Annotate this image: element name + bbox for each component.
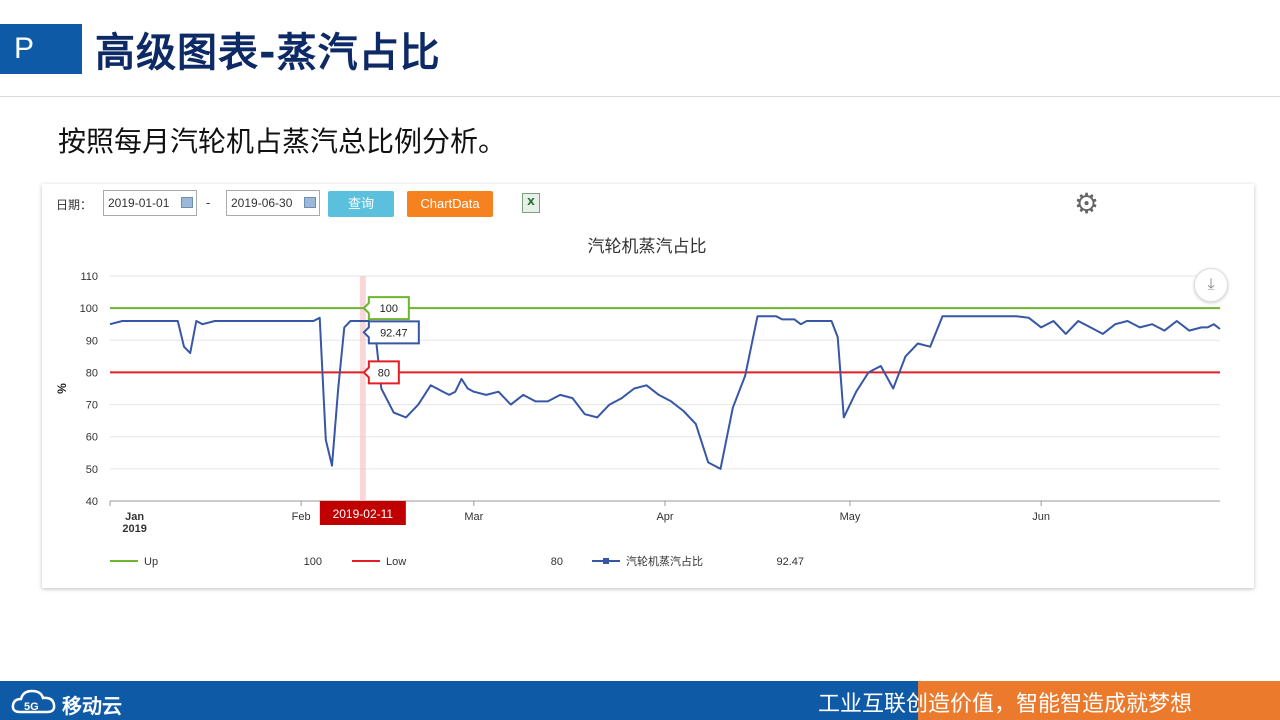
y-tick-label: 90 (86, 335, 98, 347)
crosshair-value-label: 100 (380, 303, 398, 315)
legend-value: 100 (304, 556, 322, 568)
x-tick-label: May (840, 511, 861, 523)
cloud-logo-icon: 5G (11, 689, 56, 714)
line-chart: 40 50 60 70 80 90 100 110% Jan2019 Feb Mar Apr May Ju… (55, 271, 1221, 568)
y-tick-label: 70 (86, 400, 98, 412)
legend-label: 汽轮机蒸汽占比 (626, 554, 703, 568)
x-tick-sublabel: 2019 (122, 523, 146, 535)
download-icon[interactable]: ⤓ (1194, 268, 1228, 302)
x-tick-label: Jun (1032, 511, 1050, 523)
y-tick-label: 40 (86, 496, 98, 508)
x-tick-label: Feb (292, 511, 311, 523)
svg-text:5G: 5G (24, 701, 39, 713)
y-tick-label: 50 (86, 464, 98, 476)
legend-value: 80 (551, 556, 563, 568)
crosshair-value-label: 80 (378, 367, 390, 379)
x-tick-label: Jan (125, 511, 144, 523)
y-axis-label: % (55, 383, 69, 394)
crosshair-value-label: 92.47 (380, 327, 408, 339)
y-tick-label: 60 (86, 432, 98, 444)
x-tick-label: Mar (464, 511, 483, 523)
legend-value: 92.47 (776, 556, 804, 568)
legend-marker (603, 558, 609, 564)
y-tick-label: 100 (80, 303, 98, 315)
logo-text: 移动云 (62, 694, 122, 718)
y-tick-label: 80 (86, 367, 98, 379)
x-tick-label: Apr (656, 511, 673, 523)
legend-label: Low (386, 556, 406, 568)
y-tick-label: 110 (80, 271, 98, 283)
crosshair-date-label: 2019-02-11 (333, 507, 394, 521)
series-steam-ratio-line (109, 315, 1221, 470)
legend-label: Up (144, 556, 158, 568)
footer-slogan: 工业互联创造价值，智能智造成就梦想 (818, 692, 1193, 717)
